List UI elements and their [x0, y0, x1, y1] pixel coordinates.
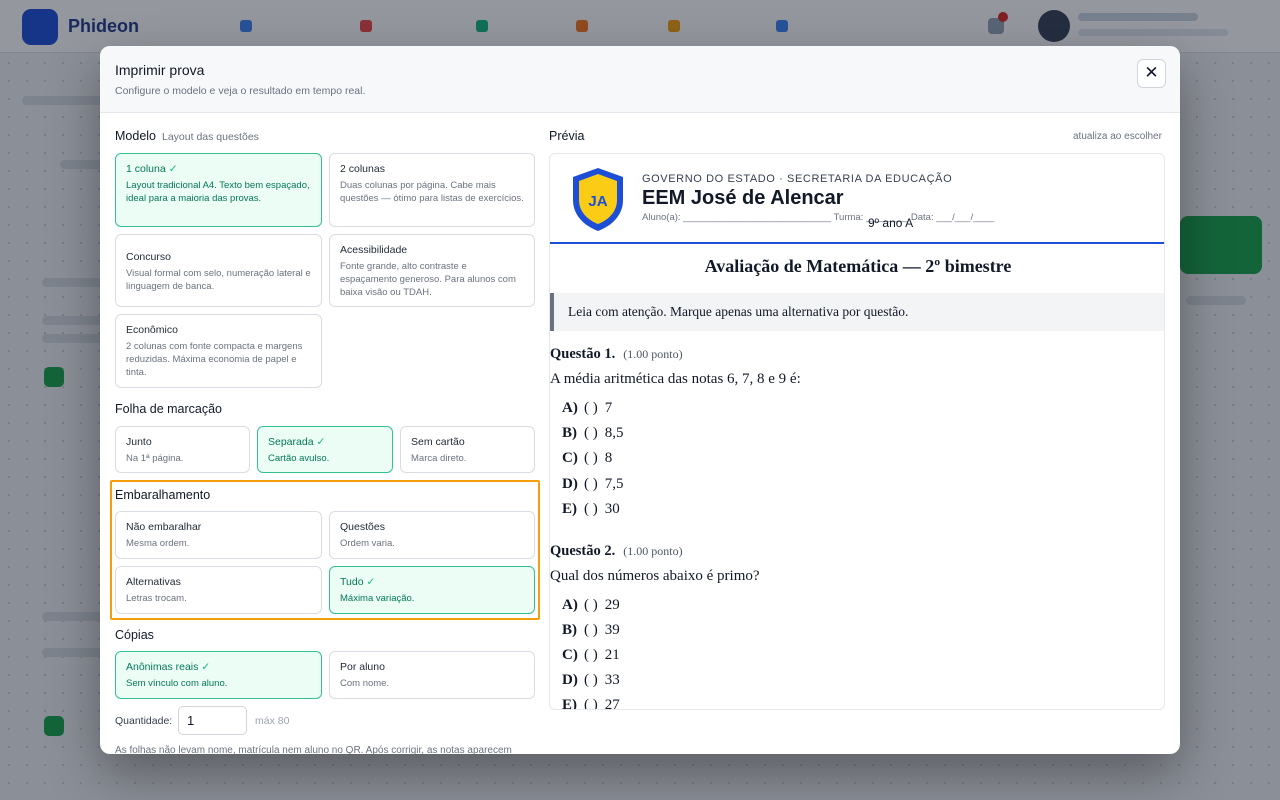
government-line: GOVERNO DO ESTADO · SECRETARIA DA EDUCAÇ…: [642, 173, 953, 185]
question-2-header: Questão 2. (1.00 ponto): [550, 543, 683, 560]
preview-hint: atualiza ao escolher: [1073, 131, 1162, 142]
check-icon: ✓: [316, 436, 326, 448]
section-embaralhamento: Embaralhamento: [115, 488, 211, 502]
school-name: EEM José de Alencar: [642, 187, 844, 209]
model-option-economico[interactable]: Econômico 2 colunas com fonte compacta e…: [115, 314, 322, 388]
preview-document[interactable]: JA GOVERNO DO ESTADO · SECRETARIA DA EDU…: [549, 153, 1165, 710]
sheet-option-sem-cartao[interactable]: Sem cartão Marca direto.: [400, 426, 535, 473]
alternative: D)( ) 7,5: [562, 476, 624, 492]
quantity-label: Quantidade:: [115, 715, 173, 727]
exam-instructions: Leia com atenção. Marque apenas uma alte…: [550, 293, 1164, 331]
option-title: 1 coluna: [126, 163, 166, 175]
option-title: Tudo: [340, 576, 364, 588]
print-exam-modal: Imprimir prova Configure o modelo e veja…: [100, 46, 1180, 754]
quantity-input[interactable]: [178, 706, 247, 735]
model-option-concurso[interactable]: Concurso Visual formal com selo, numeraç…: [115, 234, 322, 307]
check-icon: ✓: [168, 163, 178, 175]
modal-subtitle: Configure o modelo e veja o resultado em…: [115, 85, 366, 97]
alternative: E)( ) 30: [562, 501, 620, 517]
question-points: (1.00 ponto): [623, 544, 683, 558]
alternative: C)( ) 8: [562, 450, 613, 466]
modal-header: Imprimir prova Configure o modelo e veja…: [100, 46, 1180, 113]
shuffle-option-tudo[interactable]: Tudo ✓ Máxima variação.: [329, 566, 535, 614]
option-desc: Letras trocam.: [126, 593, 187, 604]
option-title: Por aluno: [340, 661, 385, 673]
student-fields: Aluno(a): ____________________________ T…: [642, 212, 995, 223]
option-desc: Fonte grande, alto contraste e espaçamen…: [340, 261, 516, 298]
option-title: Junto: [126, 436, 152, 448]
question-1-header: Questão 1. (1.00 ponto): [550, 346, 683, 363]
option-desc: Marca direto.: [411, 453, 467, 464]
option-desc: Mesma ordem.: [126, 538, 190, 549]
model-option-1-coluna[interactable]: 1 coluna ✓ Layout tradicional A4. Texto b…: [115, 153, 322, 227]
exam-title: Avaliação de Matemática — 2º bimestre: [704, 256, 1012, 276]
quantity-max: máx 80: [255, 715, 290, 727]
option-desc: Layout tradicional A4. Texto bem espaçad…: [126, 180, 310, 204]
copies-option-por-aluno[interactable]: Por aluno Com nome.: [329, 651, 535, 699]
shuffle-option-questoes[interactable]: Questões Ordem varia.: [329, 511, 535, 559]
option-desc: Máxima variação.: [340, 593, 415, 604]
option-title: Não embaralhar: [126, 521, 202, 533]
option-desc: Ordem varia.: [340, 538, 395, 549]
option-desc: Na 1ª página.: [126, 453, 184, 464]
option-desc: Visual formal com selo, numeração latera…: [126, 268, 311, 292]
preview-label: Prévia: [549, 129, 585, 143]
alternative: B)( ) 8,5: [562, 425, 624, 441]
question-points: (1.00 ponto): [623, 347, 683, 361]
alternative: A)( ) 29: [562, 597, 620, 613]
shuffle-option-nao-embaralhar[interactable]: Não embaralhar Mesma ordem.: [115, 511, 322, 559]
question-label: Questão 1.: [550, 346, 616, 362]
section-hint: Layout das questões: [162, 131, 259, 143]
option-title: Alternativas: [126, 576, 181, 588]
shuffle-option-alternativas[interactable]: Alternativas Letras trocam.: [115, 566, 322, 614]
config-panel: Modelo Layout das questões 1 coluna ✓ Layo…: [115, 112, 540, 754]
option-desc: Duas colunas por página. Cabe mais quest…: [340, 180, 524, 204]
option-title: Econômico: [126, 324, 178, 336]
section-copias: Cópias: [115, 628, 154, 642]
option-desc: Sem vínculo com aluno.: [126, 678, 228, 689]
copies-footnote: As folhas não levam nome, matrícula nem …: [115, 745, 512, 754]
option-title: Acessibilidade: [340, 244, 408, 256]
option-title: Sem cartão: [411, 436, 465, 448]
option-title: Concurso: [126, 251, 171, 263]
copies-option-anonimas[interactable]: Anônimas reais ✓ Sem vínculo com aluno.: [115, 651, 322, 699]
alternative: C)( ) 21: [562, 647, 620, 663]
section-title: Modelo: [115, 129, 156, 143]
option-title: Anônimas reais: [126, 661, 199, 673]
check-icon: ✓: [366, 576, 376, 588]
document-header: JA GOVERNO DO ESTADO · SECRETARIA DA EDU…: [550, 154, 1164, 244]
model-option-acessibilidade[interactable]: Acessibilidade Fonte grande, alto contra…: [329, 234, 535, 307]
alternative: A)( ) 7: [562, 400, 613, 416]
option-title: Separada: [268, 436, 314, 448]
model-option-2-colunas[interactable]: 2 colunas Duas colunas por página. Cabe …: [329, 153, 535, 227]
sheet-option-junto[interactable]: Junto Na 1ª página.: [115, 426, 250, 473]
question-2-text: Qual dos números abaixo é primo?: [550, 568, 760, 584]
seal-text: JA: [588, 193, 607, 210]
option-title: 2 colunas: [340, 163, 385, 175]
section-folha: Folha de marcação: [115, 402, 223, 416]
close-icon: ✕: [1144, 63, 1159, 82]
option-title: Questões: [340, 521, 385, 533]
check-icon: ✓: [201, 661, 211, 673]
sheet-option-separada[interactable]: Separada ✓ Cartão avulso.: [257, 426, 393, 473]
alternative: D)( ) 33: [562, 672, 620, 688]
option-desc: 2 colunas com fonte compacta e margens r…: [126, 341, 303, 378]
section-modelo: Modelo Layout das questões: [115, 129, 259, 143]
alternative: E)( ) 27: [562, 697, 620, 710]
modal-title: Imprimir prova: [115, 62, 205, 78]
option-desc: Com nome.: [340, 678, 390, 689]
close-button[interactable]: ✕: [1137, 59, 1166, 88]
alternative: B)( ) 39: [562, 622, 620, 638]
school-seal-icon: JA: [573, 168, 623, 231]
turma-value: 9º ano A: [868, 216, 914, 230]
question-1-text: A média aritmética das notas 6, 7, 8 e 9…: [550, 371, 801, 387]
option-desc: Cartão avulso.: [268, 453, 330, 464]
question-label: Questão 2.: [550, 543, 616, 559]
